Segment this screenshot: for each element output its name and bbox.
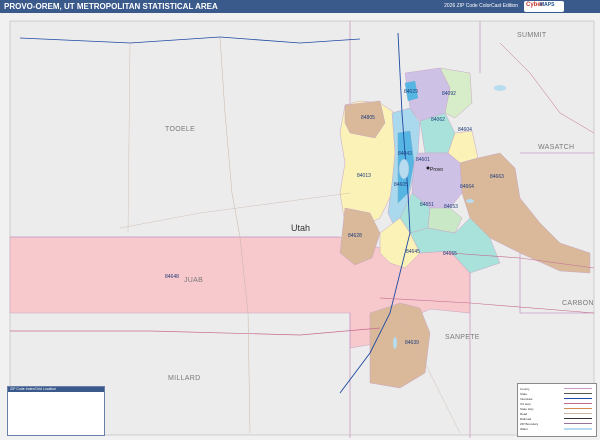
zip-index-table: ZIP Code Index/Grid Location	[7, 386, 105, 436]
legend-row: Road	[520, 412, 594, 416]
county-label-sanpete: SANPETE	[445, 334, 480, 341]
brand-logo: Cyber MAPS	[524, 1, 564, 12]
zip-label: 84805	[361, 115, 375, 121]
reservoir	[466, 199, 474, 203]
map-canvas[interactable]: TOOELE SUMMIT WASATCH JUAB CARBON SANPET…	[0, 13, 600, 440]
zip-label: 84651	[420, 202, 434, 208]
logo-text-b: MAPS	[540, 2, 555, 8]
zip-label: 84601	[416, 157, 430, 163]
zip-label: 84062	[431, 117, 445, 123]
county-label-summit: SUMMIT	[517, 32, 547, 39]
county-label-juab: JUAB	[184, 277, 203, 284]
zip-label: 84013	[357, 173, 371, 179]
zone-84639	[369, 302, 431, 389]
zip-label: 84604	[458, 127, 472, 133]
zip-label: 84092	[442, 91, 456, 97]
zip-label: 84655	[443, 251, 457, 257]
legend-row: County	[520, 387, 594, 391]
legend-row: ZIP Boundary	[520, 422, 594, 426]
map-title: PROVO-OREM, UT METROPOLITAN STATISTICAL …	[4, 2, 218, 11]
edition-label: 2026 ZIP Code ColorCast Edition	[444, 3, 518, 9]
zip-index-title: ZIP Code Index/Grid Location	[8, 387, 104, 392]
zip-label: 84664	[460, 184, 474, 190]
zip-label: 84639	[405, 340, 419, 346]
legend-row: Railroad	[520, 417, 594, 421]
legend-row: State	[520, 392, 594, 396]
zip-label: 84043	[398, 151, 412, 157]
zip-label: 84645	[406, 249, 420, 255]
zip-label: 84605	[394, 182, 408, 188]
zip-label: 84648	[165, 274, 179, 280]
county-label-carbon: CARBON	[562, 300, 594, 307]
legend-row: Interstate	[520, 397, 594, 401]
city-label-provo: Provo	[430, 167, 443, 173]
zip-label: 84628	[348, 233, 362, 239]
title-bar: PROVO-OREM, UT METROPOLITAN STATISTICAL …	[0, 0, 600, 13]
legend-row: State Hwy	[520, 407, 594, 411]
utah-lake	[398, 158, 410, 180]
zip-label: 84029	[404, 89, 418, 95]
county-label-millard: MILLARD	[168, 375, 200, 382]
reservoir	[494, 85, 506, 91]
county-label-utah: Utah	[291, 223, 310, 233]
zip-label: 84663	[490, 174, 504, 180]
county-label-wasatch: WASATCH	[538, 144, 574, 151]
reservoir	[393, 337, 397, 349]
county-label-tooele: TOOELE	[165, 126, 195, 133]
zip-label: 84653	[444, 204, 458, 210]
map-legend: County State Interstate US Hwy State Hwy…	[517, 383, 597, 437]
legend-row: Water	[520, 427, 594, 431]
legend-row: US Hwy	[520, 402, 594, 406]
